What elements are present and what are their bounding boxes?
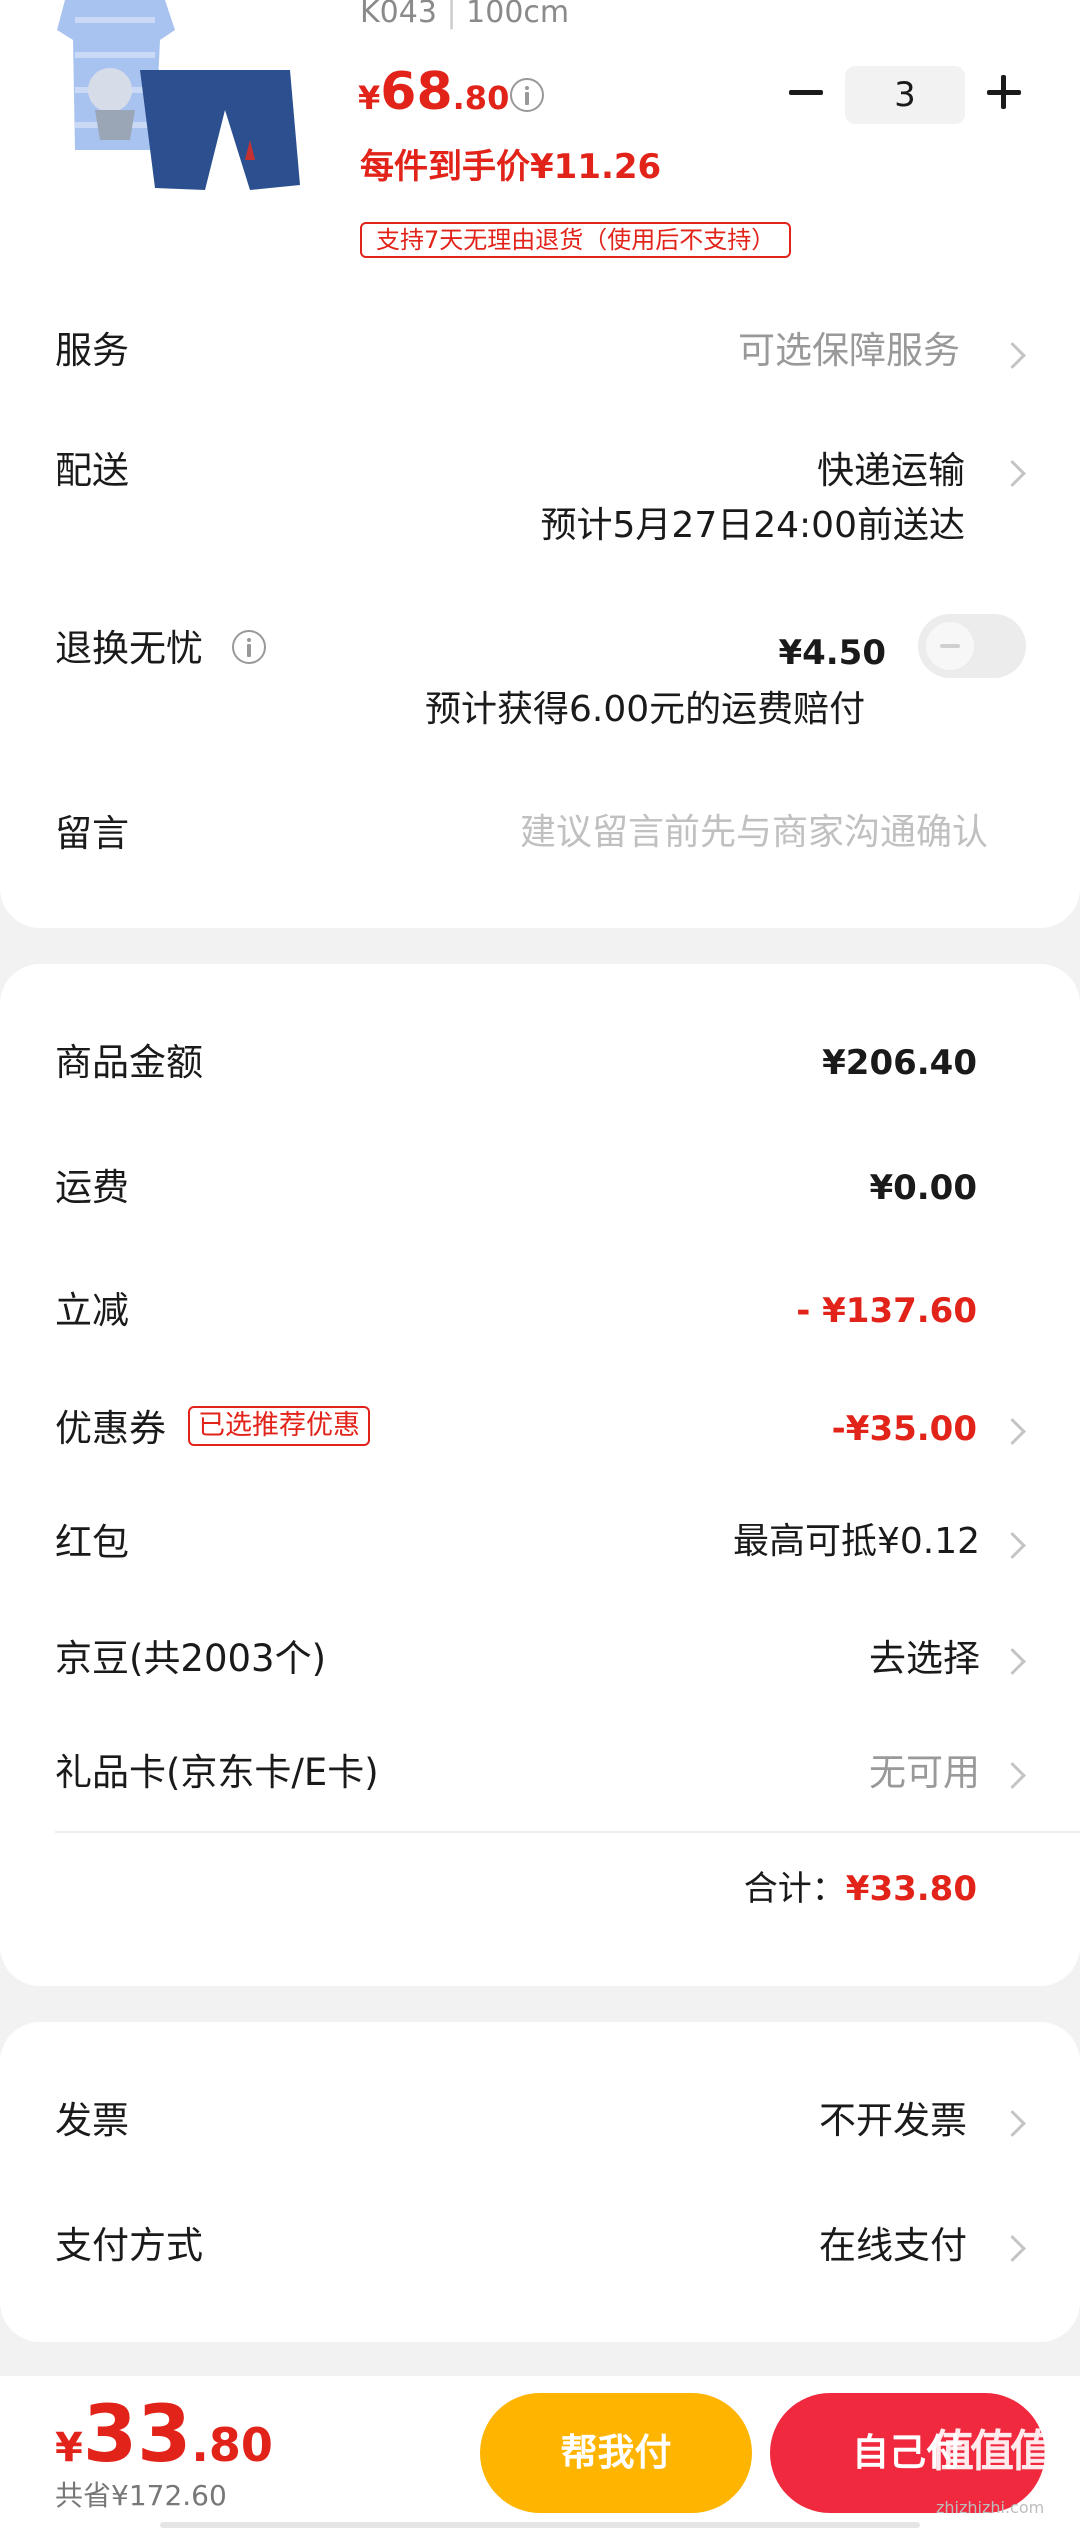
coupon-chevron-icon[interactable] <box>999 1418 1026 1445</box>
order-total-value: ¥33.80 <box>845 1869 977 1909</box>
price-integer: 68 <box>380 62 453 122</box>
discount-value: - ¥137.60 <box>796 1291 977 1331</box>
return-worry-price: ¥4.50 <box>778 633 886 673</box>
unit-price-text: 每件到手价¥11.26 <box>360 147 662 187</box>
coupon-value[interactable]: -¥35.00 <box>832 1412 977 1446</box>
invoice-chevron-icon[interactable] <box>999 2110 1026 2137</box>
message-label: 留言 <box>55 812 129 855</box>
watermark-char-1: 值 <box>930 2426 974 2477</box>
delivery-value[interactable]: 快递运输 <box>817 452 965 489</box>
price-symbol: ¥ <box>358 79 381 117</box>
discount-label: 立减 <box>55 1289 129 1332</box>
jingdou-value[interactable]: 去选择 <box>869 1640 980 1677</box>
payment-method-label: 支付方式 <box>55 2224 203 2267</box>
delivery-chevron-icon[interactable] <box>999 460 1026 487</box>
order-total-label: 合计： <box>743 1869 846 1909</box>
product-spec: K043 | 100cm <box>360 0 569 28</box>
price-summary-card: 商品金额 ¥206.40 运费 ¥0.00 立减 - ¥137.60 优惠券 已… <box>0 964 1080 1986</box>
product-price: ¥68.80 <box>358 66 509 118</box>
watermark-char-3: 值 <box>1010 2426 1054 2477</box>
shipping-value: ¥0.00 <box>869 1168 977 1208</box>
price-info-icon[interactable] <box>510 78 544 112</box>
help-pay-button[interactable]: 帮我付 <box>480 2393 752 2513</box>
service-label: 服务 <box>55 329 129 372</box>
return-worry-toggle[interactable] <box>918 614 1026 678</box>
goods-amount-label: 商品金额 <box>55 1041 203 1084</box>
service-chevron-icon[interactable] <box>999 342 1026 369</box>
return-worry-note: 预计获得6.00元的运费赔付 <box>425 689 866 730</box>
product-spec-code: K043 <box>360 0 437 30</box>
order-total: 合计：¥33.80 <box>744 1872 977 1906</box>
increase-quantity-button[interactable] <box>982 70 1026 114</box>
delivery-eta: 预计5月27日24:00前送达 <box>540 505 965 546</box>
payment-method-value[interactable]: 在线支付 <box>819 2227 967 2264</box>
bottom-total: ¥33.80 <box>55 2396 273 2474</box>
return-policy-tag: 支持7天无理由退货（使用后不支持） <box>360 222 792 258</box>
product-image <box>57 0 300 190</box>
bottom-total-integer: 33 <box>82 2390 192 2480</box>
service-value[interactable]: 可选保障服务 <box>738 332 960 369</box>
return-worry-label: 退换无忧 <box>55 627 203 670</box>
invoice-label: 发票 <box>55 2099 129 2142</box>
price-decimal: .80 <box>452 79 510 117</box>
summary-divider <box>55 1831 1080 1833</box>
red-packet-value[interactable]: 最高可抵¥0.12 <box>733 1524 980 1560</box>
jingdou-label: 京豆(共2003个) <box>55 1637 327 1680</box>
order-options-card: K043 | 100cm ¥68.80 3 每件到手价¥11.26 支持7天无理… <box>0 0 1080 928</box>
invoice-payment-card: 发票 不开发票 支付方式 在线支付 <box>0 2022 1080 2342</box>
invoice-value[interactable]: 不开发票 <box>819 2102 967 2139</box>
gift-card-value[interactable]: 无可用 <box>869 1754 980 1791</box>
bottom-total-symbol: ¥ <box>55 2425 83 2471</box>
quantity-input[interactable]: 3 <box>845 66 965 124</box>
red-packet-chevron-icon[interactable] <box>999 1532 1026 1559</box>
bottom-total-decimal: .80 <box>191 2418 273 2472</box>
coupon-tag: 已选推荐优惠 <box>188 1406 370 1446</box>
gift-card-label: 礼品卡(京东卡/E卡) <box>55 1751 379 1794</box>
jingdou-chevron-icon[interactable] <box>999 1648 1026 1675</box>
delivery-label: 配送 <box>55 449 129 492</box>
return-worry-info-icon[interactable] <box>232 630 266 664</box>
decrease-quantity-button[interactable] <box>784 70 828 114</box>
total-saved: 共省¥172.60 <box>55 2479 227 2512</box>
red-packet-label: 红包 <box>55 1521 129 1564</box>
watermark-char-2: 值 <box>970 2426 1014 2477</box>
goods-amount-value: ¥206.40 <box>822 1043 977 1083</box>
gift-card-chevron-icon[interactable] <box>999 1762 1026 1789</box>
coupon-label: 优惠券 <box>55 1407 166 1450</box>
shipping-label: 运费 <box>55 1166 129 1209</box>
watermark-url: zhizhizhi.com <box>936 2498 1045 2517</box>
payment-chevron-icon[interactable] <box>999 2235 1026 2262</box>
message-input[interactable]: 建议留言前先与商家沟通确认 <box>520 815 988 851</box>
watermark-logo: 值值值 zhizhizhi.com <box>930 2430 1070 2526</box>
home-indicator <box>160 2522 920 2528</box>
product-spec-size: 100cm <box>466 0 570 30</box>
watermark-glyphs: 值值值 <box>930 2430 1054 2474</box>
